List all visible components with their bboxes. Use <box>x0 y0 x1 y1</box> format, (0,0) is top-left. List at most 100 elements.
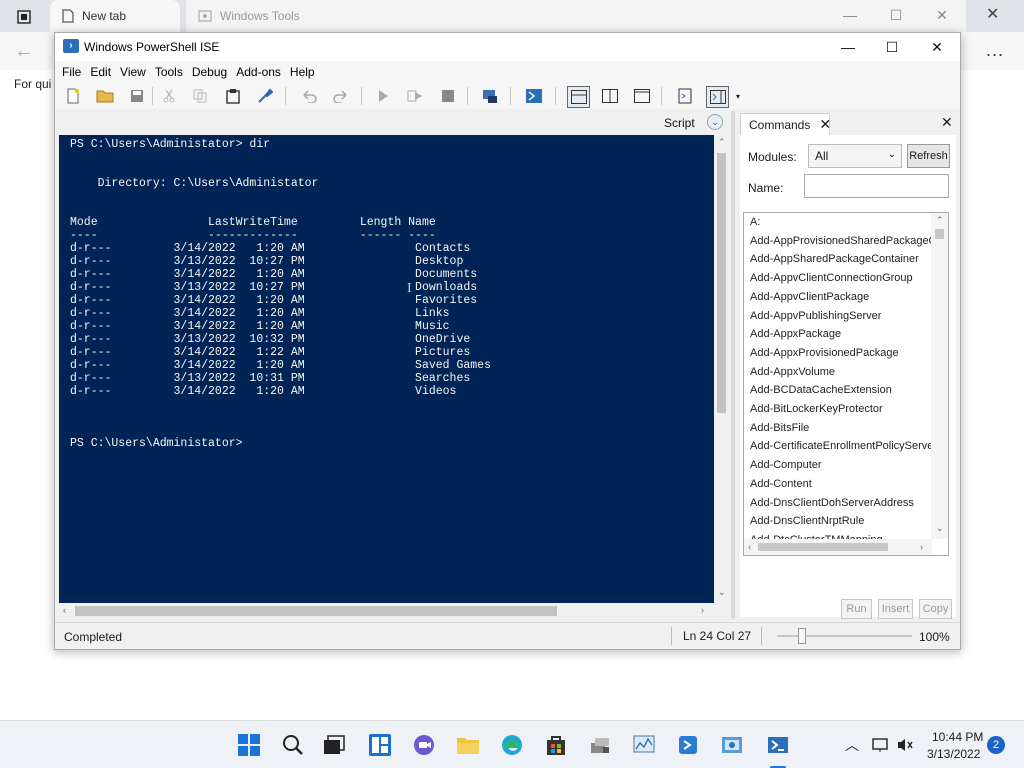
store-icon[interactable] <box>544 733 568 757</box>
command-list-item[interactable]: Add-BitLockerKeyProtector <box>750 403 883 415</box>
refresh-button[interactable]: Refresh <box>907 144 950 168</box>
maximize-icon[interactable]: ☐ <box>878 4 914 26</box>
clock-time[interactable]: 10:44 PM <box>932 730 983 744</box>
close-icon[interactable]: ✕ <box>924 4 960 26</box>
command-list-item[interactable]: Add-BitsFile <box>750 422 809 434</box>
command-list-item[interactable]: Add-Computer <box>750 459 822 471</box>
name-filter-input[interactable] <box>804 174 949 198</box>
command-list-item[interactable]: Add-DnsClientDohServerAddress <box>750 497 914 509</box>
edge-browser-icon[interactable] <box>500 733 524 757</box>
server-manager-icon[interactable] <box>588 733 612 757</box>
task-view-icon[interactable] <box>322 733 346 757</box>
modules-dropdown[interactable]: All ⌄ <box>808 144 902 168</box>
command-list-item[interactable]: Add-CertificateEnrollmentPolicyServe <box>750 440 933 452</box>
menu-debug[interactable]: Debug <box>192 65 232 79</box>
open-folder-icon[interactable] <box>95 86 115 106</box>
scrollbar-thumb[interactable] <box>758 543 888 551</box>
cut-icon[interactable] <box>159 86 179 106</box>
command-list-item[interactable]: Add-BCDataCacheExtension <box>750 384 892 396</box>
menu-tools[interactable]: Tools <box>155 65 188 79</box>
scrollbar-thumb[interactable] <box>75 606 557 616</box>
command-list-item[interactable]: Add-AppSharedPackageContainer <box>750 253 919 265</box>
scroll-right-icon[interactable]: › <box>920 542 923 552</box>
windows-start-icon[interactable] <box>237 733 261 757</box>
show-hidden-icons-chevron-icon[interactable]: ︿ <box>845 735 859 755</box>
redo-icon[interactable] <box>331 86 351 106</box>
run-selection-icon[interactable] <box>405 86 425 106</box>
browser-close-icon[interactable]: ✕ <box>986 4 999 24</box>
command-list-item[interactable]: Add-AppProvisionedSharedPackageC <box>750 235 937 247</box>
scrollbar-thumb[interactable] <box>935 229 944 239</box>
volume-muted-icon[interactable] <box>893 733 917 757</box>
scroll-down-icon[interactable]: ⌄ <box>718 587 726 598</box>
new-file-icon[interactable] <box>63 86 83 106</box>
run-button[interactable]: Run <box>841 599 872 619</box>
save-icon[interactable] <box>127 86 147 106</box>
more-options-icon[interactable]: ... <box>986 40 1004 61</box>
scroll-right-icon[interactable]: › <box>701 605 704 615</box>
search-icon[interactable] <box>281 733 305 757</box>
menu-edit[interactable]: Edit <box>90 65 116 79</box>
pane-splitter[interactable] <box>731 111 735 619</box>
menu-add-ons[interactable]: Add-ons <box>236 65 286 79</box>
maximize-button[interactable]: ☐ <box>869 33 915 61</box>
copy-icon[interactable] <box>190 86 210 106</box>
show-script-pane-icon[interactable] <box>675 86 695 106</box>
zoom-slider-thumb[interactable] <box>798 628 806 644</box>
file-explorer-icon[interactable] <box>456 733 480 757</box>
menu-help[interactable]: Help <box>290 65 320 79</box>
paste-icon[interactable] <box>223 86 243 106</box>
run-script-icon[interactable] <box>373 86 393 106</box>
remote-desktop-icon[interactable] <box>676 733 700 757</box>
notification-badge[interactable]: 2 <box>987 736 1005 754</box>
close-icon[interactable]: ✕ <box>819 116 831 133</box>
browser-tab-new-tab[interactable]: New tab <box>50 0 180 32</box>
command-list[interactable]: A: Add-AppProvisionedSharedPackageC Add-Ap… <box>743 212 949 556</box>
console-vertical-scrollbar[interactable]: ⌃ ⌄ <box>714 135 729 603</box>
close-button[interactable]: ✕ <box>914 33 960 61</box>
layout-script-right-icon[interactable] <box>600 86 620 106</box>
control-panel-icon[interactable] <box>720 733 744 757</box>
command-list-item[interactable]: Add-AppvClientConnectionGroup <box>750 272 913 284</box>
copy-button[interactable]: Copy <box>919 599 952 619</box>
chat-icon[interactable] <box>412 733 436 757</box>
layout-script-maximized-icon[interactable] <box>632 86 652 106</box>
performance-monitor-icon[interactable] <box>632 733 656 757</box>
command-list-vertical-scrollbar[interactable]: ⌃ ⌄ <box>931 213 948 539</box>
command-list-item[interactable]: Add-AppvPublishingServer <box>750 310 881 322</box>
scroll-left-icon[interactable]: ‹ <box>748 542 751 552</box>
console-pane[interactable]: PS C:\Users\Administator> dir Directory:… <box>59 135 729 619</box>
command-list-item[interactable]: Add-AppxProvisionedPackage <box>750 347 899 359</box>
command-list-item[interactable]: Add-AppvClientPackage <box>750 291 869 303</box>
command-list-item[interactable]: A: <box>750 216 760 228</box>
stop-icon[interactable] <box>438 86 458 106</box>
undo-icon[interactable] <box>299 86 319 106</box>
console-horizontal-scrollbar[interactable]: ‹ › <box>59 603 729 619</box>
command-list-item[interactable]: Add-Content <box>750 478 812 490</box>
powershell-ise-taskbar-icon[interactable] <box>766 733 790 757</box>
remote-powershell-icon[interactable] <box>480 86 500 106</box>
scroll-left-icon[interactable]: ‹ <box>63 605 66 615</box>
toolbar-overflow-icon[interactable]: ▾ <box>733 86 743 106</box>
back-arrow-icon[interactable]: ← <box>14 40 34 63</box>
console-output[interactable]: PS C:\Users\Administator> dir Directory:… <box>70 138 491 450</box>
clock-date[interactable]: 3/13/2022 <box>927 747 980 761</box>
widgets-icon[interactable] <box>368 733 392 757</box>
command-list-item[interactable]: Add-DnsClientNrptRule <box>750 515 864 527</box>
insert-button[interactable]: Insert <box>878 599 913 619</box>
minimize-icon[interactable]: — <box>832 4 868 26</box>
script-toggle-label[interactable]: Script <box>664 116 695 130</box>
show-command-addon-icon[interactable] <box>706 86 729 108</box>
menu-file[interactable]: File <box>62 65 86 79</box>
command-list-item[interactable]: Add-AppxVolume <box>750 366 835 378</box>
scroll-up-icon[interactable]: ⌃ <box>718 137 726 148</box>
scroll-down-icon[interactable]: ⌄ <box>936 523 944 534</box>
tab-actions-icon[interactable] <box>12 6 36 28</box>
command-list-item[interactable]: Add-AppxPackage <box>750 328 841 340</box>
close-pane-icon[interactable]: ✕ <box>941 114 953 131</box>
run-tool-icon[interactable] <box>255 86 275 106</box>
command-list-horizontal-scrollbar[interactable]: ‹ › <box>744 539 932 555</box>
chevron-down-icon[interactable]: ⌄ <box>707 114 723 130</box>
network-icon[interactable] <box>869 733 893 757</box>
commands-tab[interactable]: Commands ✕ <box>740 113 831 135</box>
